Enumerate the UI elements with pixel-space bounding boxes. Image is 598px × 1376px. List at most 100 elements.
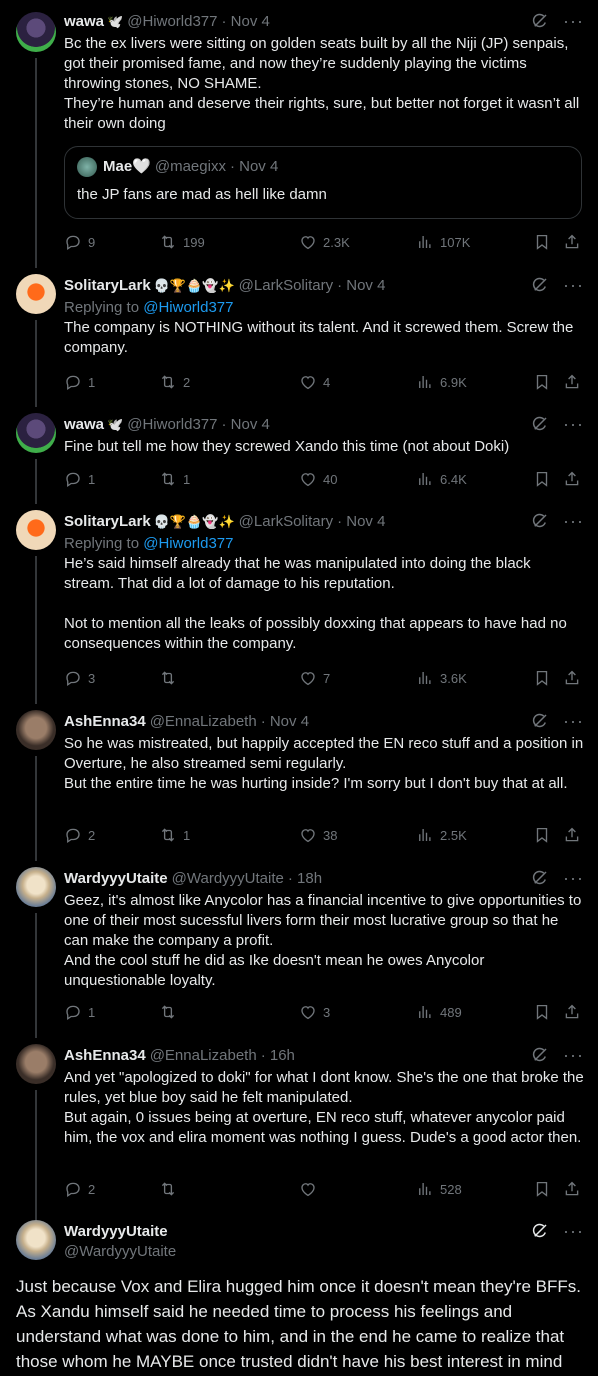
grok-icon[interactable]	[531, 1222, 549, 1240]
like-button[interactable]	[299, 1180, 323, 1198]
grok-icon[interactable]	[531, 1046, 549, 1064]
reply-button[interactable]: 2	[64, 826, 95, 844]
views-button[interactable]: 2.5K	[416, 826, 467, 844]
replying-to-link[interactable]: @Hiworld377	[143, 535, 233, 552]
like-button[interactable]: 40	[299, 470, 337, 488]
display-name[interactable]: WardyyyUtaite	[64, 869, 168, 889]
bookmark-button[interactable]	[533, 669, 551, 687]
grok-icon[interactable]	[531, 712, 549, 730]
user-handle[interactable]: @EnnaLizabeth	[150, 1046, 257, 1066]
main-tweet[interactable]: WardyyyUtaite @WardyyyUtaite ··· Just be…	[0, 1215, 598, 1376]
views-button[interactable]: 489	[416, 1003, 462, 1021]
more-icon[interactable]: ···	[563, 1222, 584, 1240]
bookmark-button[interactable]	[533, 1180, 551, 1198]
share-button[interactable]	[563, 826, 581, 844]
like-button[interactable]: 3	[299, 1003, 330, 1021]
reply-button[interactable]: 9	[64, 233, 95, 251]
user-handle[interactable]: @EnnaLizabeth	[150, 712, 257, 732]
tweet[interactable]: SolitaryLark 💀🏆🧁👻✨ @LarkSolitary · Nov 4…	[0, 504, 598, 704]
quoted-tweet[interactable]: Mae🤍 @maegixx · Nov 4 the JP fans are ma…	[64, 146, 582, 219]
tweet-date[interactable]: · 16h	[261, 1046, 295, 1066]
user-handle[interactable]: @Hiworld377	[127, 415, 217, 435]
grok-icon[interactable]	[531, 512, 549, 530]
tweet[interactable]: AshEnna34 @EnnaLizabeth · 16h ··· And ye…	[0, 1038, 598, 1248]
avatar[interactable]	[16, 413, 56, 453]
grok-icon[interactable]	[531, 276, 549, 294]
tweet-date[interactable]: · Nov 4	[261, 712, 309, 732]
display-name[interactable]: AshEnna34	[64, 1046, 146, 1066]
grok-icon[interactable]	[531, 869, 549, 887]
retweet-button[interactable]: 199	[159, 233, 205, 251]
more-icon[interactable]: ···	[563, 276, 584, 294]
reply-button[interactable]: 1	[64, 470, 95, 488]
retweet-button[interactable]: 2	[159, 373, 190, 391]
views-button[interactable]: 107K	[416, 233, 470, 251]
views-button[interactable]: 6.9K	[416, 373, 467, 391]
display-name[interactable]: SolitaryLark	[64, 276, 151, 296]
tweet[interactable]: wawa 🕊️ @Hiworld377 · Nov 4 ··· Fine but…	[0, 407, 598, 504]
avatar[interactable]	[16, 1044, 56, 1084]
share-button[interactable]	[563, 373, 581, 391]
views-button[interactable]: 3.6K	[416, 669, 467, 687]
grok-icon[interactable]	[531, 415, 549, 433]
like-button[interactable]: 2.3K	[299, 233, 350, 251]
display-name[interactable]: wawa	[64, 415, 104, 435]
avatar[interactable]	[16, 710, 56, 750]
more-icon[interactable]: ···	[563, 415, 584, 433]
like-button[interactable]: 38	[299, 826, 337, 844]
display-name[interactable]: wawa	[64, 12, 104, 32]
avatar[interactable]	[16, 12, 56, 52]
more-icon[interactable]: ···	[563, 12, 584, 30]
bookmark-button[interactable]	[533, 470, 551, 488]
avatar[interactable]	[16, 274, 56, 314]
retweet-button[interactable]	[159, 669, 183, 687]
tweet-date[interactable]: · Nov 4	[337, 512, 385, 532]
more-icon[interactable]: ···	[563, 712, 584, 730]
reply-button[interactable]: 3	[64, 669, 95, 687]
share-button[interactable]	[563, 669, 581, 687]
bookmark-button[interactable]	[533, 373, 551, 391]
avatar[interactable]	[16, 867, 56, 907]
reply-button[interactable]: 2	[64, 1180, 95, 1198]
retweet-button[interactable]: 1	[159, 470, 190, 488]
tweet-date[interactable]: · Nov 4	[221, 415, 269, 435]
share-button[interactable]	[563, 1180, 581, 1198]
replying-to-link[interactable]: @Hiworld377	[143, 299, 233, 316]
retweet-button[interactable]	[159, 1003, 183, 1021]
tweet[interactable]: WardyyyUtaite @WardyyyUtaite · 18h ··· G…	[0, 861, 598, 1038]
user-handle[interactable]: @WardyyyUtaite	[64, 1242, 584, 1262]
grok-icon[interactable]	[531, 12, 549, 30]
user-handle[interactable]: @LarkSolitary	[239, 512, 333, 532]
user-handle[interactable]: @WardyyyUtaite	[172, 869, 284, 889]
views-button[interactable]: 6.4K	[416, 470, 467, 488]
like-button[interactable]: 7	[299, 669, 330, 687]
avatar[interactable]	[16, 510, 56, 550]
share-button[interactable]	[563, 470, 581, 488]
retweet-button[interactable]	[159, 1180, 183, 1198]
tweet-date[interactable]: · 18h	[288, 869, 322, 889]
tweet[interactable]: SolitaryLark 💀🏆🧁👻✨ @LarkSolitary · Nov 4…	[0, 268, 598, 407]
user-handle[interactable]: @Hiworld377	[127, 12, 217, 32]
tweet-date[interactable]: · Nov 4	[221, 12, 269, 32]
retweet-button[interactable]: 1	[159, 826, 190, 844]
display-name[interactable]: AshEnna34	[64, 712, 146, 732]
bookmark-button[interactable]	[533, 1003, 551, 1021]
more-icon[interactable]: ···	[563, 1046, 584, 1064]
display-name[interactable]: SolitaryLark	[64, 512, 151, 532]
user-handle[interactable]: @LarkSolitary	[239, 276, 333, 296]
share-button[interactable]	[563, 233, 581, 251]
bookmark-button[interactable]	[533, 233, 551, 251]
tweet[interactable]: AshEnna34 @EnnaLizabeth · Nov 4 ··· So h…	[0, 704, 598, 861]
more-icon[interactable]: ···	[563, 512, 584, 530]
like-button[interactable]: 4	[299, 373, 330, 391]
views-button[interactable]: 528	[416, 1180, 462, 1198]
display-name[interactable]: WardyyyUtaite	[64, 1222, 584, 1242]
tweet-date[interactable]: · Nov 4	[337, 276, 385, 296]
share-button[interactable]	[563, 1003, 581, 1021]
reply-button[interactable]: 1	[64, 1003, 95, 1021]
avatar[interactable]	[16, 1220, 56, 1260]
tweet[interactable]: wawa 🕊️ @Hiworld377 · Nov 4 ··· Bc the e…	[0, 0, 598, 268]
bookmark-button[interactable]	[533, 826, 551, 844]
more-icon[interactable]: ···	[563, 869, 584, 887]
reply-button[interactable]: 1	[64, 373, 95, 391]
